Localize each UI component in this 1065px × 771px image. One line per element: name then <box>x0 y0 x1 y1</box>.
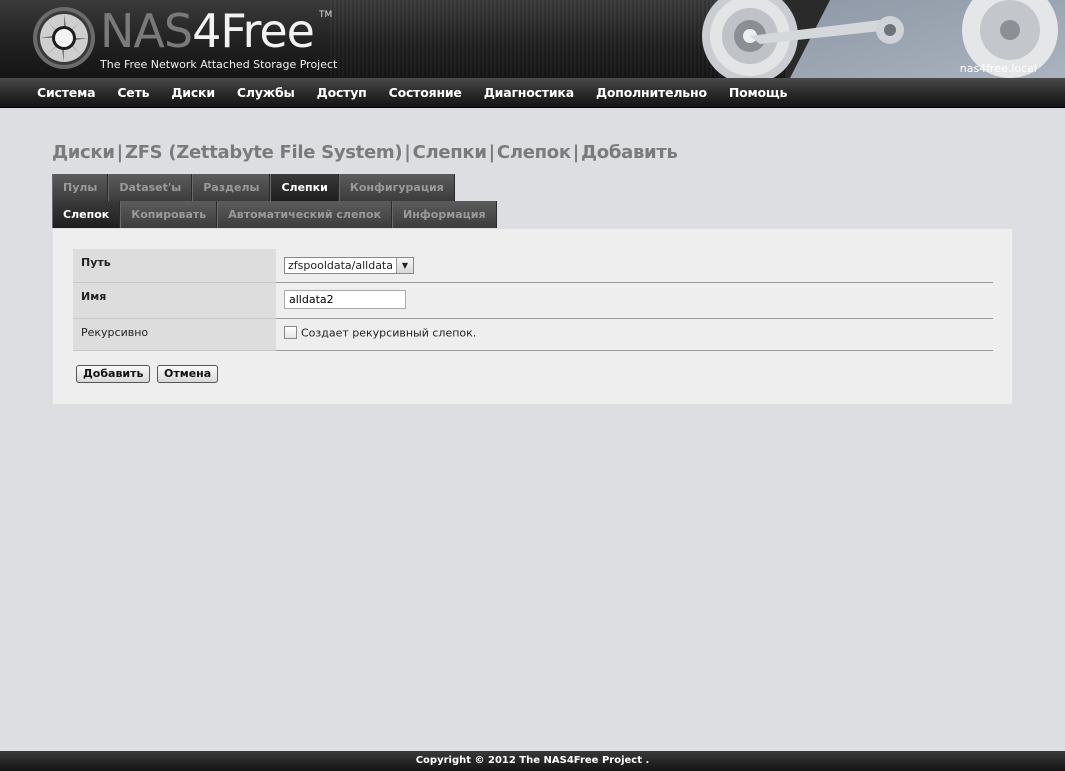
menu-item-disks[interactable]: Диски <box>160 78 226 108</box>
tab-datasets[interactable]: Dataset'ы <box>108 174 193 201</box>
breadcrumb-add: Добавить <box>581 142 678 163</box>
menu-item-services[interactable]: Службы <box>226 78 306 108</box>
recursive-checkbox-label[interactable]: Создает рекурсивный слепок. <box>301 326 476 339</box>
brand-name: NAS4Free <box>100 2 315 60</box>
breadcrumb-separator: | <box>116 142 124 163</box>
path-label: Путь <box>73 249 276 283</box>
tab-configuration[interactable]: Конфигурация <box>338 174 455 201</box>
form-row-recursive: Рекурсивно Создает рекурсивный слепок. <box>73 318 993 351</box>
tab-snapshot[interactable]: Слепок <box>52 201 121 228</box>
menu-item-status[interactable]: Состояние <box>378 78 473 108</box>
recursive-cell: Создает рекурсивный слепок. <box>276 318 993 351</box>
main-menu: Система Сеть Диски Службы Доступ Состоян… <box>0 78 1065 108</box>
breadcrumb-snapshot: Слепок <box>496 142 571 163</box>
tab-snapshots[interactable]: Слепки <box>270 174 339 201</box>
add-button[interactable]: Добавить <box>76 365 151 383</box>
breadcrumb-snapshots: Слепки <box>412 142 487 163</box>
header-banner: NAS4Free TM The Free Network Attached St… <box>0 0 1065 78</box>
menu-item-network[interactable]: Сеть <box>106 78 160 108</box>
page-title: Диски | ZFS (Zettabyte File System) | Слепки… <box>52 142 678 163</box>
breadcrumb-separator: | <box>488 142 496 163</box>
tab-clone[interactable]: Копировать <box>120 201 218 228</box>
name-input[interactable] <box>284 289 406 309</box>
menu-item-advanced[interactable]: Дополнительно <box>585 78 718 108</box>
tab-volumes[interactable]: Разделы <box>192 174 271 201</box>
footer-copyright: Copyright © 2012 The NAS4Free Project . <box>0 751 1065 771</box>
form-row-name: Имя <box>73 282 993 319</box>
menu-item-access[interactable]: Доступ <box>306 78 378 108</box>
recursive-label: Рекурсивно <box>73 318 276 351</box>
snapshot-form: Путь zfspooldata/alldata ▼ Имя Рекурсивн… <box>73 249 993 351</box>
path-select-value: zfspooldata/alldata <box>288 259 393 272</box>
menu-item-system[interactable]: Система <box>26 78 106 108</box>
path-cell: zfspooldata/alldata ▼ <box>276 249 993 283</box>
breadcrumb-disks: Диски <box>52 142 115 163</box>
form-panel: Путь zfspooldata/alldata ▼ Имя Рекурсивн… <box>52 228 1013 405</box>
menu-item-diagnostics[interactable]: Диагностика <box>473 78 585 108</box>
tab-auto-snapshot[interactable]: Автоматический слепок <box>217 201 393 228</box>
trademark-mark: TM <box>319 10 333 20</box>
name-cell <box>276 282 993 319</box>
name-label: Имя <box>73 282 276 319</box>
cancel-button[interactable]: Отмена <box>157 365 219 383</box>
recursive-checkbox[interactable] <box>284 326 297 339</box>
breadcrumb-separator: | <box>572 142 580 163</box>
chevron-down-icon[interactable]: ▼ <box>396 258 413 273</box>
hostname-label: nas4free.local <box>959 62 1037 75</box>
secondary-tabs: Слепок Копировать Автоматический слепок … <box>52 201 497 228</box>
brand-nas: NAS <box>100 4 193 58</box>
tab-pools[interactable]: Пулы <box>52 174 109 201</box>
nas4free-logo-icon[interactable] <box>32 6 96 70</box>
path-select[interactable]: zfspooldata/alldata ▼ <box>284 257 414 274</box>
breadcrumb-zfs: ZFS (Zettabyte File System) <box>124 142 403 163</box>
form-row-path: Путь zfspooldata/alldata ▼ <box>73 249 993 283</box>
menu-item-help[interactable]: Помощь <box>718 78 798 108</box>
brand-tagline: The Free Network Attached Storage Projec… <box>100 58 338 71</box>
tab-information[interactable]: Информация <box>392 201 497 228</box>
breadcrumb-separator: | <box>404 142 411 163</box>
primary-tabs: Пулы Dataset'ы Разделы Слепки Конфигурац… <box>52 174 455 201</box>
brand-4free: 4Free <box>192 4 315 58</box>
